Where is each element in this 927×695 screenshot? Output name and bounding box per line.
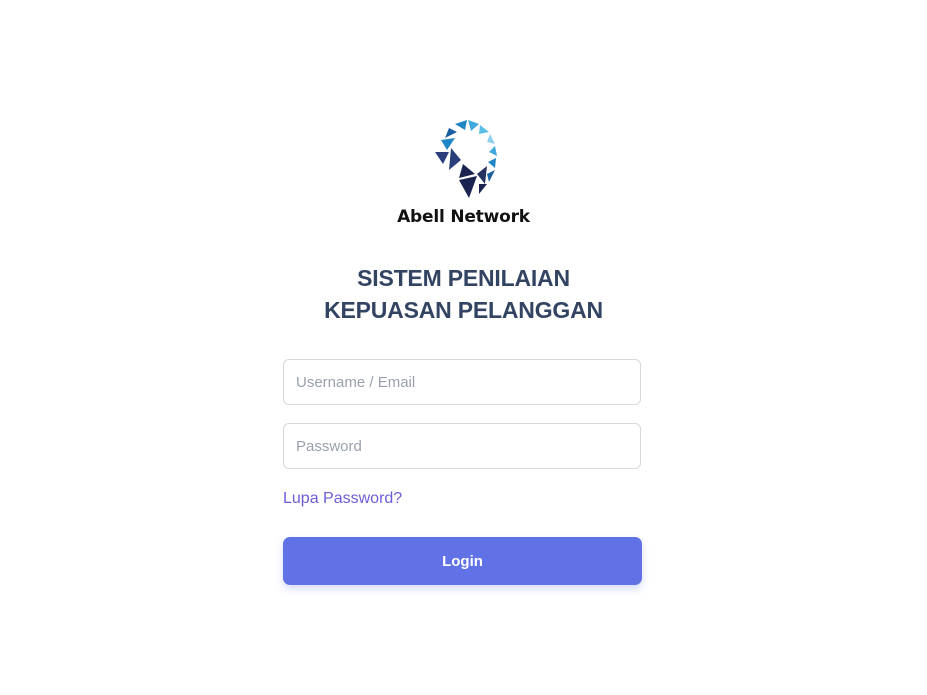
abell-network-logo-icon xyxy=(434,120,497,198)
login-button[interactable]: Login xyxy=(283,537,642,585)
brand-logo: Abell Network xyxy=(0,118,927,228)
username-input[interactable] xyxy=(283,359,641,405)
page-title: SISTEM PENILAIAN KEPUASAN PELANGGAN xyxy=(0,262,927,326)
forgot-password-link[interactable]: Lupa Password? xyxy=(283,490,402,508)
login-page: Abell Network SISTEM PENILAIAN KEPUASAN … xyxy=(0,0,927,695)
page-title-line-1: SISTEM PENILAIAN xyxy=(357,265,570,291)
brand-name: Abell Network xyxy=(397,207,530,227)
password-input[interactable] xyxy=(283,423,641,469)
page-title-line-2: KEPUASAN PELANGGAN xyxy=(324,297,603,323)
